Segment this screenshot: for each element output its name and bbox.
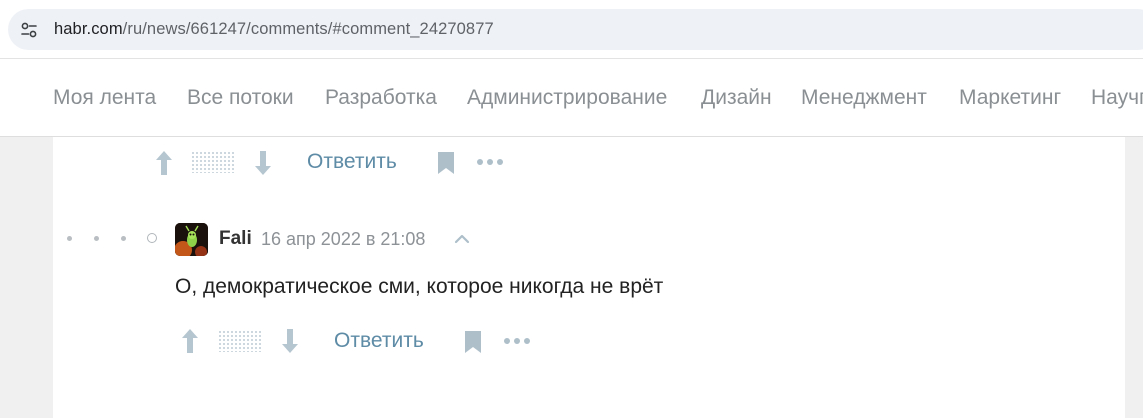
url-text[interactable]: habr.com/ru/news/661247/comments/#commen… xyxy=(54,20,494,39)
thread-level-dot xyxy=(94,236,99,241)
comment-author[interactable]: Fali xyxy=(219,228,252,250)
nav-item-popsci[interactable]: Научпоп xyxy=(1091,86,1143,110)
avatar[interactable] xyxy=(175,223,208,256)
comments-section: Ответить Fali 16 апр 2022 в 21:08 О, дем… xyxy=(53,137,1125,418)
nav-item-design[interactable]: Дизайн xyxy=(701,86,772,110)
nav-item-development[interactable]: Разработка xyxy=(325,86,437,110)
more-options-icon[interactable] xyxy=(503,337,531,345)
nav-item-management[interactable]: Менеджмент xyxy=(801,86,927,110)
upvote-icon[interactable] xyxy=(155,150,173,176)
site-settings-icon[interactable] xyxy=(20,21,38,39)
comment-timestamp[interactable]: 16 апр 2022 в 21:08 xyxy=(261,229,425,250)
downvote-icon[interactable] xyxy=(281,328,299,354)
hub-navigation: Моя лента Все потоки Разработка Админист… xyxy=(0,58,1143,137)
more-options-icon[interactable] xyxy=(476,158,504,166)
reply-button[interactable]: Ответить xyxy=(334,329,424,353)
comment-text: О, демократическое сми, которое никогда … xyxy=(175,275,664,298)
thread-current-level xyxy=(147,233,157,243)
bookmark-icon[interactable] xyxy=(437,151,455,175)
browser-toolbar: habr.com/ru/news/661247/comments/#commen… xyxy=(0,0,1143,58)
thread-level-dot xyxy=(121,236,126,241)
thread-level-dot xyxy=(67,236,72,241)
nav-item-administration[interactable]: Администрирование xyxy=(467,86,667,110)
bookmark-icon[interactable] xyxy=(464,330,482,354)
chevron-up-icon[interactable] xyxy=(454,234,470,244)
nav-item-all-streams[interactable]: Все потоки xyxy=(187,86,294,110)
avatar-image xyxy=(175,223,208,256)
score-hidden xyxy=(218,330,262,352)
score-hidden xyxy=(191,151,235,173)
address-bar[interactable]: habr.com/ru/news/661247/comments/#commen… xyxy=(8,9,1143,50)
upvote-icon[interactable] xyxy=(181,328,199,354)
downvote-icon[interactable] xyxy=(254,150,272,176)
reply-button[interactable]: Ответить xyxy=(307,150,397,174)
nav-item-marketing[interactable]: Маркетинг xyxy=(959,86,1061,110)
nav-item-my-feed[interactable]: Моя лента xyxy=(53,86,156,110)
